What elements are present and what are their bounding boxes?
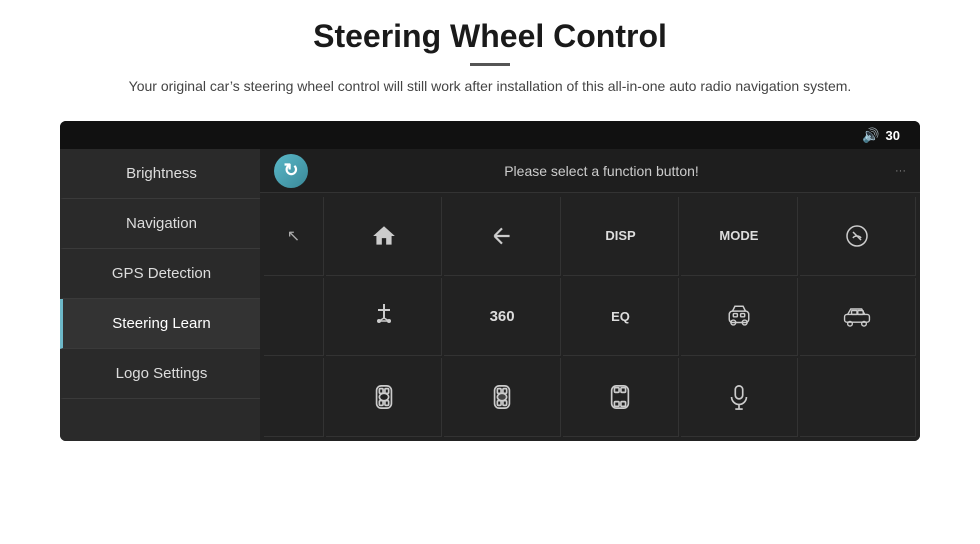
sidebar-item-logo-settings[interactable]: Logo Settings xyxy=(60,349,260,399)
car-top2-icon xyxy=(490,384,514,410)
car-top-icon xyxy=(372,384,396,410)
car-side-icon xyxy=(843,305,871,327)
sidebar-item-brightness[interactable]: Brightness xyxy=(60,149,260,199)
function-prompt: Please select a function button! xyxy=(320,163,883,179)
button-grid: ↖ DISP MODE xyxy=(260,193,920,441)
cursor-indicator: ↖ xyxy=(264,197,324,276)
refresh-button[interactable]: ↻ xyxy=(274,154,308,188)
antenna-button[interactable] xyxy=(326,278,442,357)
home-icon xyxy=(371,223,397,249)
eq-button[interactable]: EQ xyxy=(563,278,679,357)
device-screen: 🔊 30 Brightness Navigation GPS Detection… xyxy=(60,121,920,441)
mic-icon xyxy=(728,384,750,410)
sidebar: Brightness Navigation GPS Detection Stee… xyxy=(60,149,260,441)
mode-button[interactable]: MODE xyxy=(681,197,797,276)
disp-button[interactable]: DISP xyxy=(563,197,679,276)
page-header: Steering Wheel Control Your original car… xyxy=(0,0,980,111)
volume-level: 30 xyxy=(886,128,900,143)
home-button[interactable] xyxy=(326,197,442,276)
empty-cell xyxy=(800,358,916,437)
car-top3-icon xyxy=(608,384,632,410)
mic-button[interactable] xyxy=(681,358,797,437)
row3-empty xyxy=(264,358,324,437)
sidebar-item-navigation[interactable]: Navigation xyxy=(60,199,260,249)
back-icon xyxy=(489,223,515,249)
cursor-icon: ↖ xyxy=(287,226,300,246)
car-top3-button[interactable] xyxy=(563,358,679,437)
sidebar-item-steering-learn[interactable]: Steering Learn xyxy=(60,299,260,349)
phone-slash-button[interactable] xyxy=(800,197,916,276)
page-title: Steering Wheel Control xyxy=(60,18,920,55)
top-right-dots: ··· xyxy=(895,165,906,177)
car-side-button[interactable] xyxy=(800,278,916,357)
button-360[interactable]: 360 xyxy=(444,278,560,357)
title-divider xyxy=(470,63,510,66)
car-top-button[interactable] xyxy=(326,358,442,437)
phone-slash-icon xyxy=(845,224,869,248)
sidebar-item-gps-detection[interactable]: GPS Detection xyxy=(60,249,260,299)
car-top2-button[interactable] xyxy=(444,358,560,437)
main-area: Brightness Navigation GPS Detection Stee… xyxy=(60,149,920,441)
row2-empty xyxy=(264,278,324,357)
header-subtitle: Your original car’s steering wheel contr… xyxy=(60,76,920,97)
car-front-button[interactable] xyxy=(681,278,797,357)
content-area: ↻ Please select a function button! ··· ↖ xyxy=(260,149,920,441)
top-bar: 🔊 30 xyxy=(60,121,920,149)
volume-icon: 🔊 xyxy=(862,127,879,144)
car-front-icon xyxy=(726,303,752,329)
back-button[interactable] xyxy=(444,197,560,276)
function-bar: ↻ Please select a function button! ··· xyxy=(260,149,920,193)
refresh-icon: ↻ xyxy=(283,160,298,181)
antenna-icon xyxy=(372,302,396,330)
